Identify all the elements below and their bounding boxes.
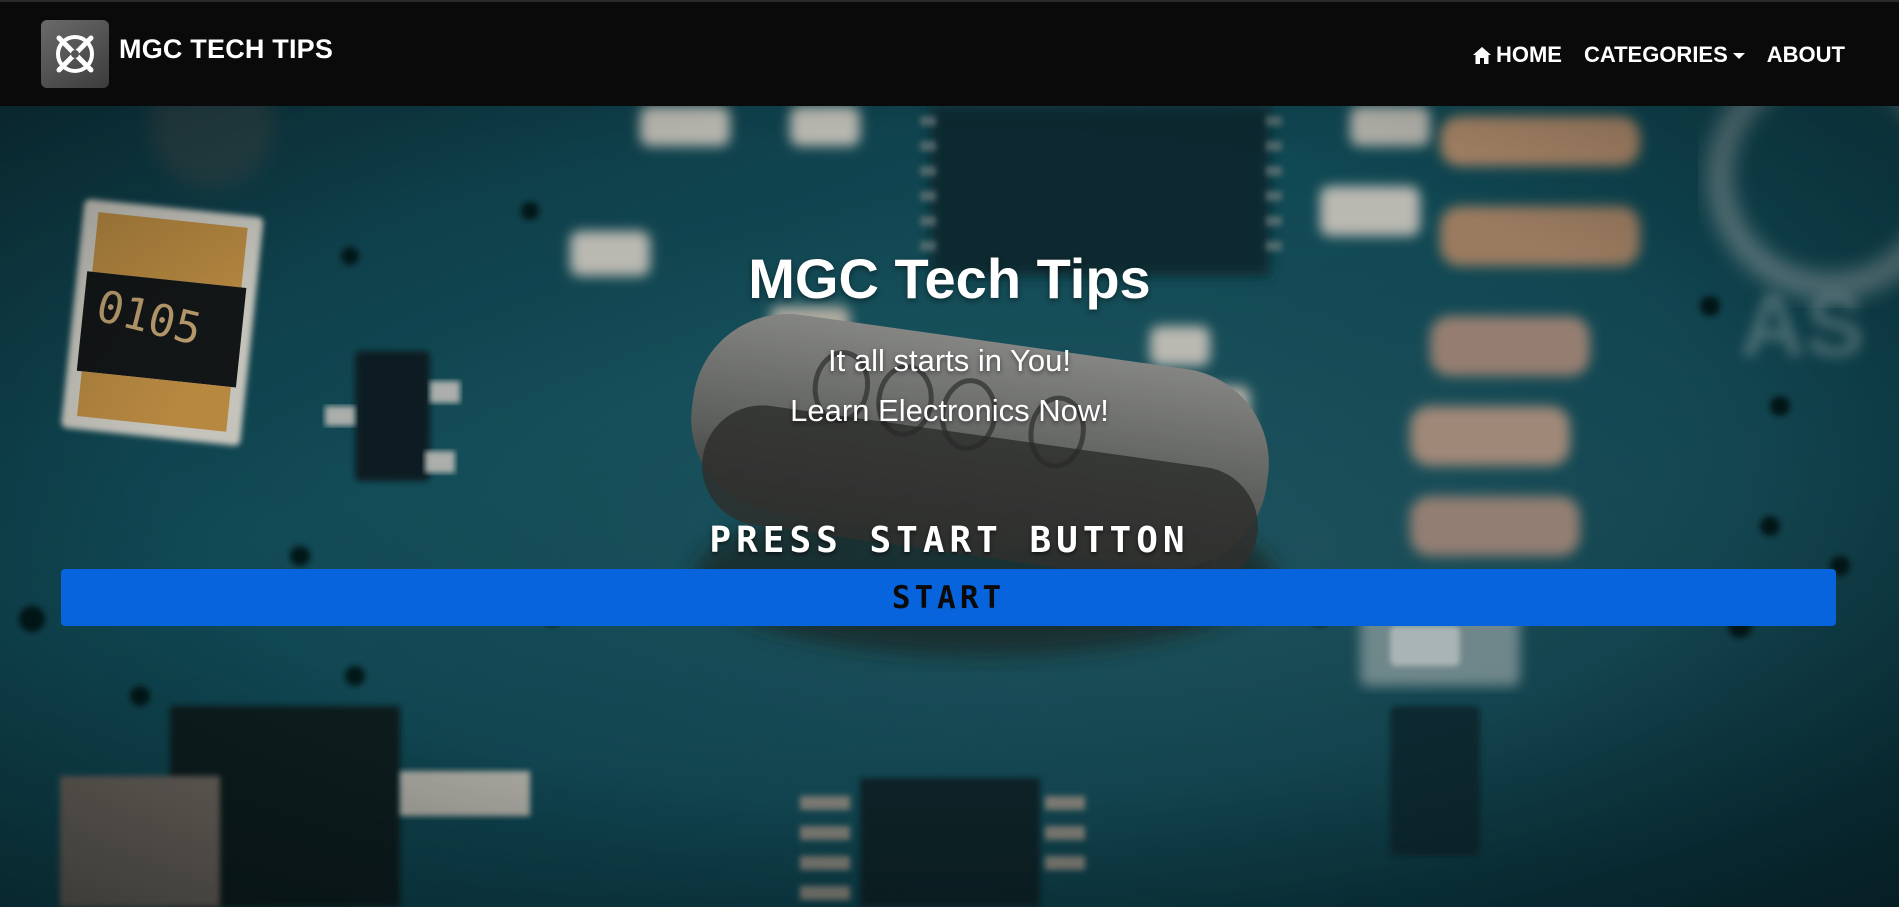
nav-about[interactable]: ABOUT: [1767, 42, 1845, 68]
brand[interactable]: MGC TECH TIPS: [41, 20, 333, 88]
hero-tagline-2: Learn Electronics Now!: [790, 393, 1109, 428]
crossed-tools-icon: [41, 20, 109, 88]
press-start-prompt: PRESS START BUTTON: [709, 520, 1190, 561]
start-button[interactable]: START: [61, 569, 1836, 626]
hero-section: AS 0105: [0, 106, 1899, 907]
hero-title: MGC Tech Tips: [748, 247, 1151, 310]
brand-title: MGC TECH TIPS: [119, 33, 334, 64]
top-navbar: MGC TECH TIPS HOME CATEGORIES ABOUT: [0, 0, 1899, 106]
home-icon: [1472, 46, 1491, 64]
circuit-board-background: AS 0105: [0, 106, 1899, 907]
nav-links: HOME CATEGORIES ABOUT: [1472, 42, 1845, 68]
nav-home-label: HOME: [1495, 42, 1562, 67]
nav-categories-dropdown[interactable]: CATEGORIES: [1584, 42, 1745, 68]
nav-about-label: ABOUT: [1766, 42, 1845, 67]
caret-down-icon: [1732, 53, 1745, 59]
nav-home[interactable]: HOME: [1472, 42, 1562, 68]
hero-tagline-1: It all starts in You!: [828, 343, 1071, 378]
nav-categories-label: CATEGORIES: [1583, 42, 1728, 67]
